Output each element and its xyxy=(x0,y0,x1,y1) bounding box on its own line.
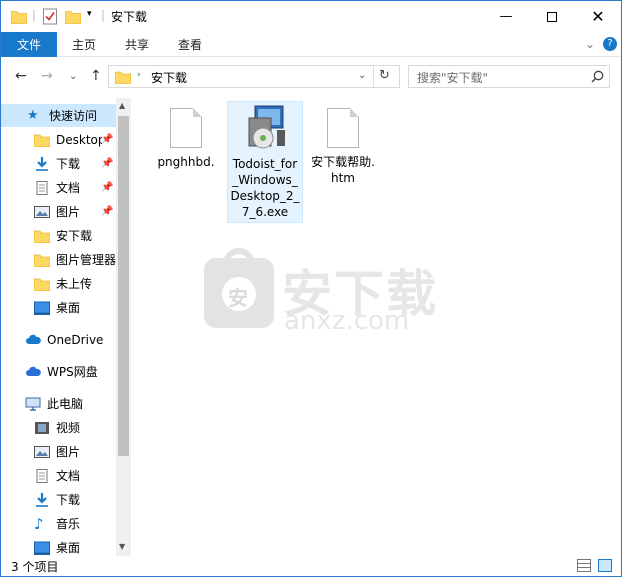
download-icon xyxy=(36,492,48,507)
recent-locations-icon[interactable]: ⌄ xyxy=(69,71,77,82)
installer-icon xyxy=(248,105,285,149)
nav-scrollbar[interactable]: ▲ ▼ xyxy=(116,98,131,556)
back-arrow-icon[interactable]: ← xyxy=(15,68,27,84)
cloud-icon xyxy=(26,366,41,376)
ribbon-tabs: 文件 主页 共享 查看 ⌄ ? xyxy=(1,32,621,57)
nav-item-pc-downloads[interactable]: 下载 xyxy=(1,488,116,511)
tab-share[interactable]: 共享 xyxy=(125,32,149,57)
minimize-icon: — xyxy=(499,9,513,24)
watermark-badge: 安 xyxy=(228,286,248,310)
maximize-button[interactable] xyxy=(529,1,575,32)
breadcrumb[interactable]: 安下载 xyxy=(151,69,187,86)
nav-onedrive[interactable]: OneDrive xyxy=(1,328,116,351)
file-name: 安下载帮助.htm xyxy=(311,155,375,185)
nav-item-picture-manager[interactable]: 图片管理器 xyxy=(1,248,116,271)
help-icon[interactable]: ? xyxy=(603,37,617,51)
close-button[interactable]: ✕ xyxy=(575,1,621,32)
pin-icon: 📌 xyxy=(101,206,114,217)
nav-item-pc-documents[interactable]: 文档 xyxy=(1,464,116,487)
item-count: 3 个项目 xyxy=(11,560,59,574)
pin-icon: 📌 xyxy=(101,134,114,145)
search-icon xyxy=(591,70,604,83)
cloud-icon xyxy=(26,334,41,344)
expand-ribbon-icon[interactable]: ⌄ xyxy=(585,37,595,51)
title-bar: | ▾ | 安下载 — ✕ xyxy=(1,1,621,32)
nav-item-desktop-cn[interactable]: 桌面 xyxy=(1,296,116,319)
maximize-icon xyxy=(547,11,557,22)
refresh-icon[interactable]: ↻ xyxy=(379,68,390,83)
address-row: ← → ⌄ ↑ › 安下载 ⌄ ↻ 搜索"安下载" xyxy=(1,58,621,96)
folder-icon xyxy=(34,134,50,147)
nav-item-anxiazai[interactable]: 安下载 xyxy=(1,224,116,247)
nav-item-downloads[interactable]: 下载 xyxy=(1,152,116,175)
nav-item-pc-desktop[interactable]: 桌面 xyxy=(1,536,116,556)
nav-item-desktop[interactable]: Desktop xyxy=(1,128,116,151)
large-icons-view-icon[interactable] xyxy=(598,559,612,572)
pin-icon: 📌 xyxy=(101,182,114,193)
document-icon xyxy=(36,180,48,195)
properties-icon[interactable] xyxy=(43,8,57,25)
explorer-window: | ▾ | 安下载 — ✕ 文件 主页 共享 查看 ⌄ ? ← → ⌄ ↑ › … xyxy=(0,0,622,577)
watermark-sub: anxz.com xyxy=(284,306,410,336)
folder-icon xyxy=(34,278,50,291)
navigation-pane: ★ 快速访问 Desktop 📌 下载 📌 文档 📌 图片 📌 安下载 图片管理… xyxy=(1,98,131,556)
folder-icon xyxy=(115,71,131,84)
blank-file-icon xyxy=(170,108,202,148)
desktop-icon xyxy=(34,541,50,555)
tab-view[interactable]: 查看 xyxy=(178,32,202,57)
scroll-down-icon[interactable]: ▼ xyxy=(119,542,125,551)
computer-icon xyxy=(25,397,41,411)
details-view-icon[interactable] xyxy=(577,559,591,572)
nav-item-documents[interactable]: 文档 xyxy=(1,176,116,199)
nav-item-not-uploaded[interactable]: 未上传 xyxy=(1,272,116,295)
pictures-icon xyxy=(34,445,50,458)
star-icon: ★ xyxy=(27,107,39,123)
pin-icon: 📌 xyxy=(101,158,114,169)
file-item[interactable]: Todoist_for_Windows_Desktop_2_7_6.exe xyxy=(227,101,303,223)
folder-icon xyxy=(34,254,50,267)
file-item[interactable]: pnghhbd. xyxy=(150,104,222,172)
search-placeholder: 搜索"安下载" xyxy=(417,71,489,85)
download-icon xyxy=(36,156,48,171)
close-icon: ✕ xyxy=(591,7,605,26)
scroll-up-icon[interactable]: ▲ xyxy=(119,101,125,110)
document-icon xyxy=(36,468,48,483)
music-icon: ♪ xyxy=(34,514,44,533)
status-bar: 3 个项目 xyxy=(1,556,621,577)
forward-arrow-icon[interactable]: → xyxy=(41,68,53,84)
file-name: Todoist_for_Windows_Desktop_2_7_6.exe xyxy=(230,157,300,219)
tab-home[interactable]: 主页 xyxy=(72,32,96,57)
address-dropdown-icon[interactable]: ⌄ xyxy=(358,70,366,81)
pictures-icon xyxy=(34,205,50,218)
nav-item-videos[interactable]: 视频 xyxy=(1,416,116,439)
nav-this-pc[interactable]: 此电脑 xyxy=(1,392,116,415)
up-arrow-icon[interactable]: ↑ xyxy=(90,68,102,84)
folder-icon xyxy=(11,11,27,24)
quick-access-toolbar-dropdown-icon[interactable]: ▾ xyxy=(87,9,92,19)
nav-quick-access[interactable]: ★ 快速访问 xyxy=(1,104,116,127)
desktop-icon xyxy=(34,301,50,315)
nav-item-pc-pictures[interactable]: 图片 xyxy=(1,440,116,463)
tab-file[interactable]: 文件 xyxy=(1,32,57,57)
file-name: pnghhbd. xyxy=(157,155,215,169)
search-input[interactable]: 搜索"安下载" xyxy=(408,65,610,88)
html-file-icon xyxy=(327,108,359,148)
scrollbar-thumb[interactable] xyxy=(118,116,129,456)
nav-item-music[interactable]: ♪ 音乐 xyxy=(1,512,116,535)
minimize-button[interactable]: — xyxy=(483,1,529,32)
window-title: 安下载 xyxy=(111,10,148,24)
folder-icon xyxy=(34,230,50,243)
nav-item-pictures[interactable]: 图片 xyxy=(1,200,116,223)
video-icon xyxy=(35,421,49,434)
address-bar[interactable]: › 安下载 ⌄ ↻ xyxy=(108,65,400,88)
file-item[interactable]: 安下载帮助.htm xyxy=(306,104,380,188)
nav-wps-cloud[interactable]: WPS网盘 xyxy=(1,360,116,383)
breadcrumb-chevron-icon[interactable]: › xyxy=(137,70,141,80)
new-folder-icon[interactable] xyxy=(65,8,81,25)
